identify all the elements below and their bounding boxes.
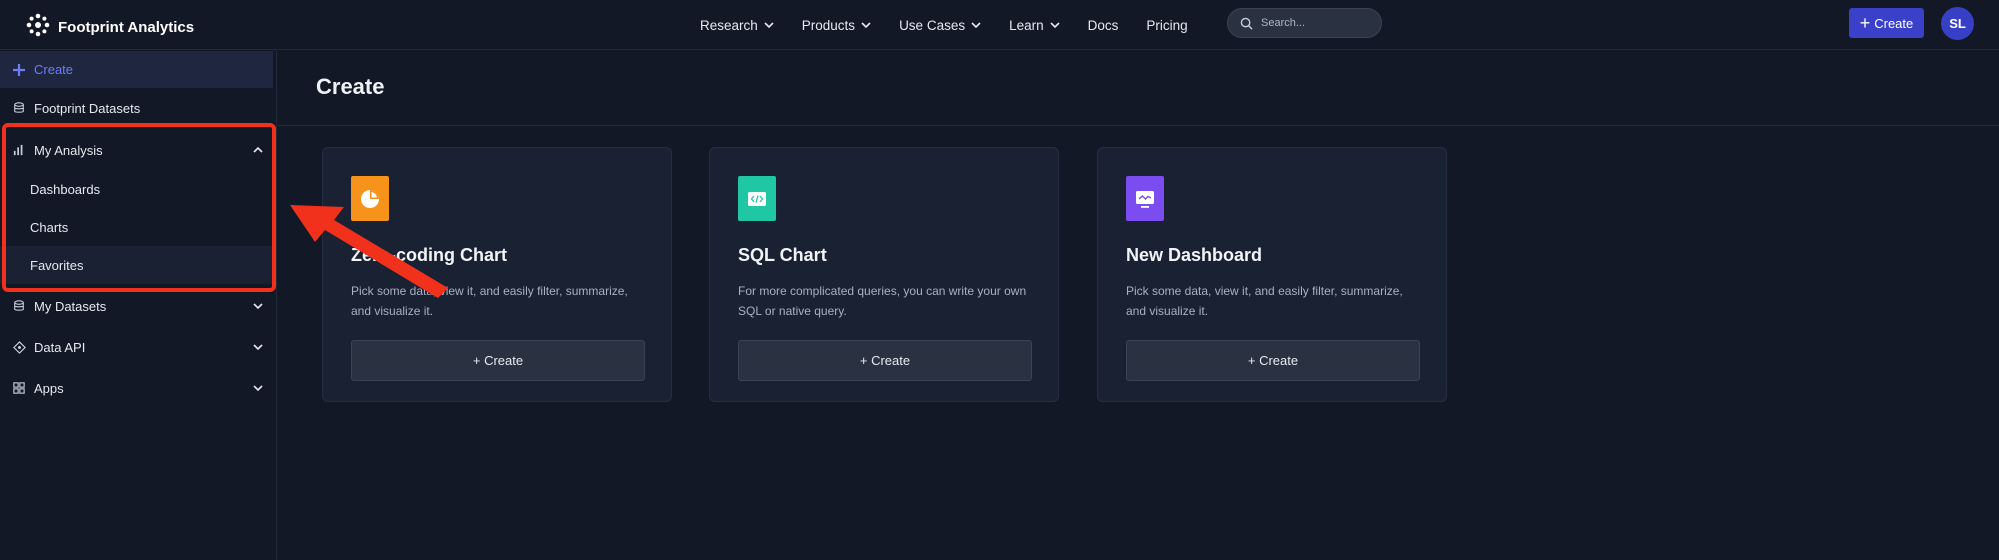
main-nav: Research Products Use Cases Learn Docs P…	[700, 0, 1216, 50]
plus-icon	[12, 63, 26, 77]
apps-grid-icon	[12, 381, 26, 395]
database-icon	[12, 299, 26, 313]
dashboard-monitor-icon	[1126, 176, 1164, 221]
search-icon	[1240, 17, 1253, 30]
create-new-dashboard-button[interactable]: + Create	[1126, 340, 1420, 381]
sidebar-item-label: My Analysis	[34, 142, 103, 158]
sidebar-item-dashboards[interactable]: Dashboards	[0, 170, 273, 208]
sidebar: Create Footprint Datasets My Analysis Da…	[0, 51, 277, 560]
card-description: Pick some data, view it, and easily filt…	[1126, 284, 1403, 318]
nav-label: Research	[700, 17, 758, 33]
nav-pricing[interactable]: Pricing	[1146, 18, 1187, 33]
chevron-up-icon	[253, 146, 263, 153]
top-create-button[interactable]: + Create	[1849, 8, 1924, 38]
nav-docs[interactable]: Docs	[1088, 18, 1119, 33]
chevron-down-icon	[764, 22, 774, 29]
sidebar-item-charts[interactable]: Charts	[0, 208, 273, 246]
database-icon	[12, 101, 26, 115]
nav-use-cases[interactable]: Use Cases	[899, 18, 981, 33]
sidebar-item-my-analysis[interactable]: My Analysis	[0, 131, 273, 169]
create-zero-coding-chart-button[interactable]: + Create	[351, 340, 645, 381]
create-sql-chart-button[interactable]: + Create	[738, 340, 1032, 381]
plus-icon: +	[1859, 13, 1871, 33]
chevron-down-icon	[1050, 22, 1060, 29]
top-navbar: Footprint Analytics Research Products Us…	[0, 0, 1999, 50]
nav-label: Docs	[1087, 17, 1119, 33]
sidebar-item-label: Apps	[34, 380, 64, 396]
code-icon	[738, 176, 776, 221]
search-box[interactable]	[1227, 8, 1382, 38]
user-avatar[interactable]: SL	[1941, 7, 1974, 40]
footprint-logo-icon	[24, 11, 52, 44]
card-sql-chart: SQL Chart For more complicated queries, …	[709, 147, 1059, 402]
brand-logo[interactable]: Footprint Analytics	[24, 11, 194, 44]
nav-label: Products	[801, 17, 856, 33]
nav-learn[interactable]: Learn	[1009, 18, 1060, 33]
sidebar-item-data-api[interactable]: Data API	[0, 328, 273, 366]
chevron-down-icon	[253, 344, 263, 351]
nav-label: Learn	[1009, 17, 1044, 33]
brand-name: Footprint Analytics	[58, 19, 195, 36]
chevron-down-icon	[971, 22, 981, 29]
sidebar-item-label: Footprint Datasets	[34, 100, 141, 116]
sidebar-item-my-datasets[interactable]: My Datasets	[0, 287, 273, 325]
sidebar-item-create[interactable]: Create	[0, 51, 273, 88]
nav-research[interactable]: Research	[700, 18, 774, 33]
api-icon	[12, 340, 26, 354]
sidebar-item-favorites[interactable]: Favorites	[0, 246, 273, 284]
top-create-label: Create	[1874, 15, 1914, 31]
card-title: New Dashboard	[1126, 245, 1263, 265]
nav-label: Use Cases	[899, 17, 966, 33]
sidebar-item-label: Data API	[34, 339, 86, 355]
card-description: For more complicated queries, you can wr…	[738, 284, 1027, 318]
card-new-dashboard: New Dashboard Pick some data, view it, a…	[1097, 147, 1447, 402]
annotation-arrow-icon	[290, 205, 448, 298]
nav-label: Pricing	[1146, 17, 1188, 33]
sidebar-item-label: Create	[34, 62, 74, 77]
nav-products[interactable]: Products	[802, 18, 871, 33]
sidebar-item-label: Dashboards	[30, 181, 101, 197]
page-title: Create	[316, 74, 385, 99]
bar-chart-icon	[12, 143, 26, 157]
search-input[interactable]	[1261, 17, 1376, 29]
sidebar-item-label: My Datasets	[34, 298, 107, 314]
card-title: SQL Chart	[738, 245, 827, 265]
chevron-down-icon	[253, 303, 263, 310]
chevron-down-icon	[861, 22, 871, 29]
header-divider	[278, 125, 1999, 126]
chevron-down-icon	[253, 385, 263, 392]
sidebar-item-label: Favorites	[30, 257, 84, 273]
sidebar-item-footprint-datasets[interactable]: Footprint Datasets	[0, 89, 273, 127]
sidebar-item-label: Charts	[30, 219, 69, 235]
sidebar-item-apps[interactable]: Apps	[0, 369, 273, 407]
